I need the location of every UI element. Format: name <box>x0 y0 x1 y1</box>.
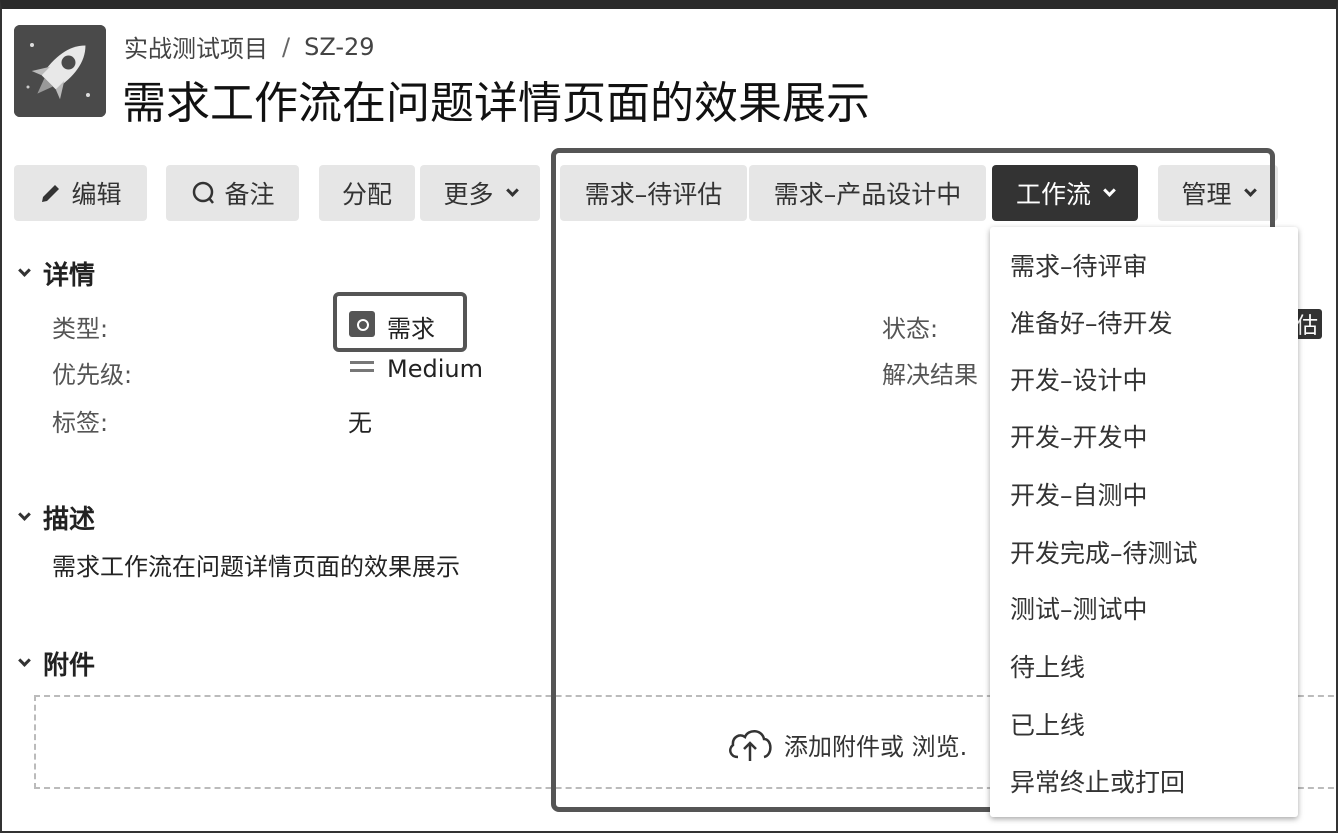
workflow-menu-item[interactable]: 开发–自测中 <box>1010 476 1148 512</box>
chevron-down-icon <box>18 508 31 521</box>
description-text[interactable]: 需求工作流在问题详情页面的效果展示 <box>52 547 460 582</box>
chevron-down-icon <box>18 654 31 667</box>
chevron-down-icon <box>505 183 519 197</box>
attachments-heading: 附件 <box>43 651 96 681</box>
breadcrumb-separator: / <box>282 32 291 61</box>
priority-value[interactable]: Medium <box>387 355 483 383</box>
labels-label: 标签: <box>52 409 109 437</box>
edit-button[interactable]: 编辑 <box>14 165 147 221</box>
workflow-dropdown-menu: 需求–待评审 准备好–待开发 开发–设计中 开发–开发中 开发–自测中 开发完成… <box>990 227 1298 817</box>
issue-page: 实战测试项目 / SZ-29 需求工作流在问题详情页面的效果展示 编辑 备注 分… <box>0 0 1338 833</box>
comment-button[interactable]: 备注 <box>166 165 299 221</box>
edit-button-label: 编辑 <box>71 180 122 209</box>
breadcrumb-issue-key-link[interactable]: SZ-29 <box>304 33 374 61</box>
workflow-menu-item[interactable]: 开发–设计中 <box>1010 361 1148 397</box>
labels-value[interactable]: 无 <box>348 403 372 438</box>
more-button-label: 更多 <box>443 180 494 209</box>
workflow-menu-item[interactable]: 测试–测试中 <box>1010 590 1148 626</box>
breadcrumb: 实战测试项目 / SZ-29 <box>124 29 375 64</box>
workflow-menu-item[interactable]: 准备好–待开发 <box>1010 304 1173 340</box>
workflow-menu-item[interactable]: 已上线 <box>1010 706 1085 742</box>
workflow-menu-item[interactable]: 待上线 <box>1010 648 1085 684</box>
comment-icon <box>193 181 215 204</box>
assign-button-label: 分配 <box>341 180 392 209</box>
comment-button-label: 备注 <box>224 180 275 209</box>
workflow-menu-item[interactable]: 开发完成–待测试 <box>1010 534 1198 570</box>
pencil-icon <box>42 185 60 202</box>
type-value[interactable]: 需求 <box>387 309 435 344</box>
details-section-toggle[interactable]: 详情 <box>16 255 95 292</box>
chevron-down-icon <box>18 264 31 277</box>
rocket-icon[interactable] <box>14 25 106 117</box>
priority-medium-icon <box>350 361 374 377</box>
breadcrumb-project-link[interactable]: 实战测试项目 <box>124 29 268 64</box>
priority-label: 优先级: <box>52 361 133 389</box>
description-section-toggle[interactable]: 描述 <box>16 499 95 536</box>
issue-title[interactable]: 需求工作流在问题详情页面的效果展示 <box>122 67 870 131</box>
workflow-menu-item[interactable]: 开发–开发中 <box>1010 418 1148 454</box>
type-label: 类型: <box>52 315 109 343</box>
more-button[interactable]: 更多 <box>420 165 540 221</box>
description-heading: 描述 <box>43 505 96 535</box>
assign-button[interactable]: 分配 <box>319 165 415 221</box>
details-heading: 详情 <box>43 261 96 291</box>
issue-type-icon <box>349 311 375 337</box>
workflow-menu-item[interactable]: 需求–待评审 <box>1010 247 1148 283</box>
attachments-section-toggle[interactable]: 附件 <box>16 645 95 682</box>
workflow-menu-item[interactable]: 异常终止或打回 <box>1010 763 1185 799</box>
